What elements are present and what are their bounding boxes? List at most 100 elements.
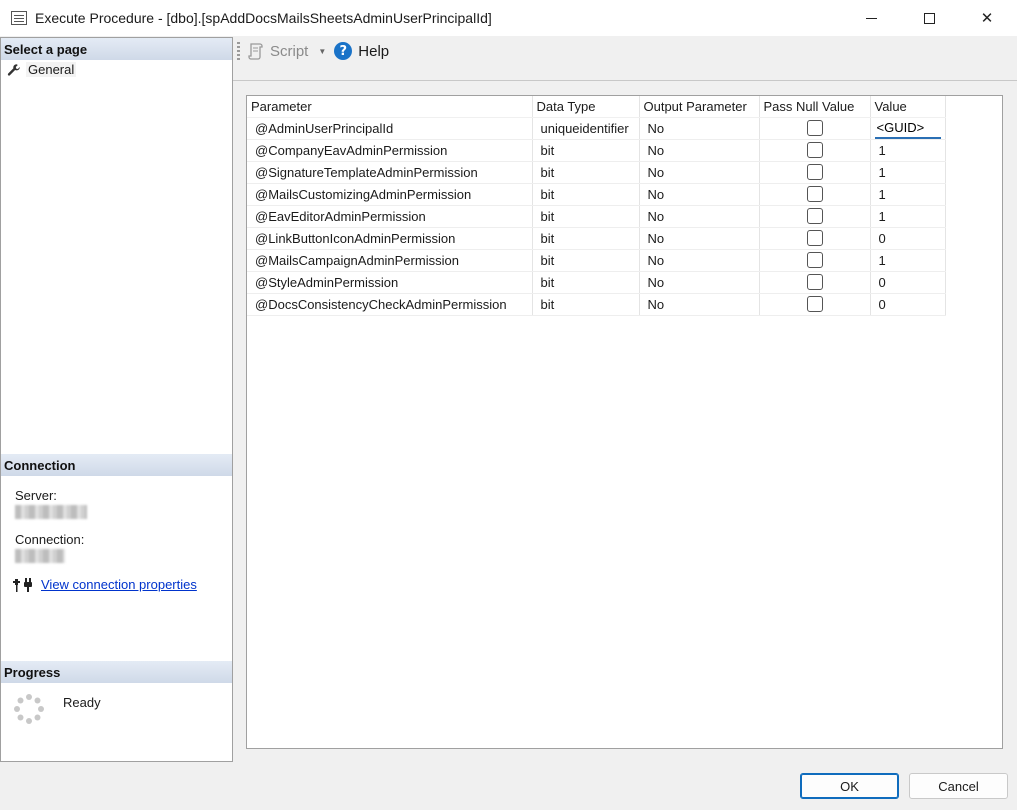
data-type-cell: bit	[532, 249, 640, 272]
script-button[interactable]: Script	[248, 43, 308, 60]
help-label: Help	[358, 42, 390, 60]
column-header-data-type[interactable]: Data Type	[532, 96, 640, 118]
table-row[interactable]: @LinkButtonIconAdminPermission bit No 0	[247, 227, 946, 250]
parameters-table: Parameter Data Type Output Parameter Pas…	[247, 96, 946, 316]
connection-label: Connection:	[15, 532, 85, 547]
table-body: @AdminUserPrincipalIduniqueidentifierNo@…	[247, 117, 946, 316]
table-row[interactable]: @SignatureTemplateAdminPermission bit No 1	[247, 161, 946, 184]
parameter-cell: @EavEditorAdminPermission	[247, 205, 533, 228]
pass-null-cell	[759, 183, 871, 206]
column-header-output-parameter[interactable]: Output Parameter	[639, 96, 760, 118]
table-row[interactable]: @EavEditorAdminPermission bit No 1	[247, 205, 946, 228]
parameter-cell: @CompanyEavAdminPermission	[247, 139, 533, 162]
pass-null-cell	[759, 271, 871, 294]
close-icon: ✕	[980, 9, 994, 27]
output-parameter-cell: No	[639, 139, 760, 162]
script-dropdown-chevron-icon[interactable]: ▼	[318, 47, 326, 56]
data-type-cell: bit	[532, 227, 640, 250]
server-value-redacted	[15, 505, 87, 519]
table-row[interactable]: @DocsConsistencyCheckAdminPermission bit N…	[247, 293, 946, 316]
toolbar-grip[interactable]	[237, 42, 240, 60]
value-cell[interactable]: 1	[870, 139, 946, 162]
left-panel: Select a page General Connection Server:…	[0, 37, 233, 762]
column-header-pass-null-value[interactable]: Pass Null Value	[759, 96, 871, 118]
data-type-cell: bit	[532, 293, 640, 316]
page-item-general[interactable]: General	[7, 62, 77, 77]
view-connection-properties-link[interactable]: View connection properties	[41, 577, 197, 592]
connection-value-redacted	[15, 549, 65, 563]
wrench-icon	[7, 63, 20, 76]
table-row[interactable]: @StyleAdminPermission bit No 0	[247, 271, 946, 294]
toolbar: Script ▼ ? Help	[235, 37, 1017, 65]
parameter-cell: @AdminUserPrincipalId	[247, 117, 533, 140]
progress-spinner-icon	[14, 694, 44, 724]
help-button[interactable]: ? Help	[334, 42, 389, 60]
column-header-value[interactable]: Value	[870, 96, 946, 118]
pass-null-cell	[759, 293, 871, 316]
table-row[interactable]: @MailsCampaignAdminPermission bit No 1	[247, 249, 946, 272]
title-bar: Execute Procedure - [dbo].[spAddDocsMail…	[0, 0, 1017, 36]
script-icon	[248, 42, 263, 60]
value-cell[interactable]: 1	[870, 161, 946, 184]
cancel-button[interactable]: Cancel	[909, 773, 1008, 799]
pass-null-checkbox[interactable]	[806, 252, 823, 269]
script-label: Script	[270, 42, 309, 60]
pass-null-checkbox[interactable]	[806, 296, 823, 313]
pass-null-checkbox[interactable]	[806, 142, 823, 159]
table-row[interactable]: @MailsCustomizingAdminPermission bit No 1	[247, 183, 946, 206]
pass-null-checkbox[interactable]	[806, 164, 823, 181]
data-type-cell: bit	[532, 271, 640, 294]
value-input[interactable]	[874, 117, 941, 138]
minimize-button[interactable]	[842, 0, 900, 36]
close-button[interactable]: ✕	[958, 0, 1016, 36]
execute-procedure-app-icon	[11, 11, 27, 25]
parameter-cell: @MailsCampaignAdminPermission	[247, 249, 533, 272]
pass-null-cell	[759, 249, 871, 272]
connection-header: Connection	[1, 454, 232, 476]
data-type-cell: bit	[532, 161, 640, 184]
table-row[interactable]: @AdminUserPrincipalId uniqueidentifier No	[247, 117, 946, 140]
table-row[interactable]: @CompanyEavAdminPermission bit No 1	[247, 139, 946, 162]
parameters-grid: Parameter Data Type Output Parameter Pas…	[246, 95, 1003, 749]
progress-header: Progress	[1, 661, 232, 683]
pass-null-cell	[759, 139, 871, 162]
data-type-cell: uniqueidentifier	[532, 117, 640, 140]
pass-null-checkbox[interactable]	[806, 274, 823, 291]
parameter-cell: @MailsCustomizingAdminPermission	[247, 183, 533, 206]
value-cell[interactable]: 0	[870, 227, 946, 250]
pass-null-cell	[759, 117, 871, 140]
pass-null-checkbox[interactable]	[806, 230, 823, 247]
parameter-cell: @DocsConsistencyCheckAdminPermission	[247, 293, 533, 316]
value-cell[interactable]: 0	[870, 271, 946, 294]
window-title: Execute Procedure - [dbo].[spAddDocsMail…	[35, 10, 492, 26]
output-parameter-cell: No	[639, 271, 760, 294]
value-cell[interactable]: 1	[870, 249, 946, 272]
connection-plug-icon	[13, 578, 32, 592]
pass-null-cell	[759, 227, 871, 250]
progress-status-row: Ready	[13, 693, 101, 725]
value-cell[interactable]: 0	[870, 293, 946, 316]
help-icon: ?	[334, 42, 353, 60]
value-cell[interactable]: 1	[870, 205, 946, 228]
table-header-row: Parameter Data Type Output Parameter Pas…	[247, 96, 946, 118]
pass-null-checkbox[interactable]	[806, 186, 823, 203]
output-parameter-cell: No	[639, 205, 760, 228]
maximize-icon	[923, 12, 935, 24]
ok-button[interactable]: OK	[800, 773, 899, 799]
page-item-label: General	[26, 62, 77, 77]
data-type-cell: bit	[532, 205, 640, 228]
pass-null-checkbox[interactable]	[806, 120, 823, 137]
output-parameter-cell: No	[639, 293, 760, 316]
value-cell[interactable]: 1	[870, 183, 946, 206]
value-cell[interactable]	[870, 117, 946, 140]
output-parameter-cell: No	[639, 249, 760, 272]
parameter-cell: @SignatureTemplateAdminPermission	[247, 161, 533, 184]
pass-null-checkbox[interactable]	[806, 208, 823, 225]
minimize-icon	[865, 17, 877, 19]
column-header-parameter[interactable]: Parameter	[247, 96, 533, 118]
progress-status-text: Ready	[63, 695, 101, 710]
data-type-cell: bit	[532, 139, 640, 162]
parameter-cell: @LinkButtonIconAdminPermission	[247, 227, 533, 250]
select-page-header: Select a page	[1, 38, 232, 60]
maximize-button[interactable]	[900, 0, 958, 36]
